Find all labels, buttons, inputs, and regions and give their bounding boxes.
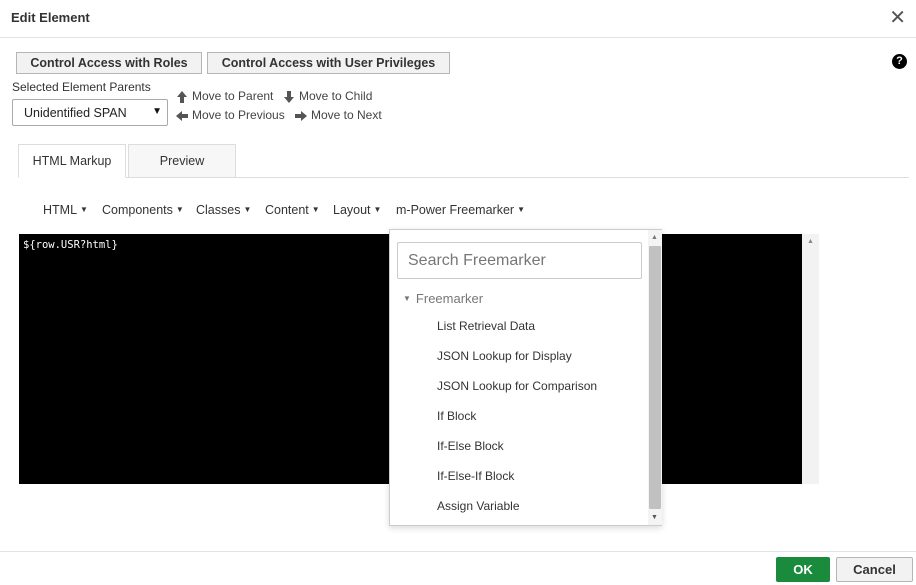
dialog-title: Edit Element [11,10,90,25]
arrow-right-icon [295,110,307,121]
caret-down-icon: ▼ [517,205,525,214]
ok-button[interactable]: OK [776,557,830,582]
dropdown-scrollbar[interactable]: ▲ ▼ [648,230,662,525]
close-icon[interactable]: ✕ [889,8,906,28]
selected-element-parents-label: Selected Element Parents [12,80,151,94]
scroll-up-icon: ▲ [807,238,814,245]
option-list-retrieval-data[interactable]: List Retrieval Data [437,319,535,333]
option-if-else-if-block[interactable]: If-Else-If Block [437,469,514,483]
cancel-button[interactable]: Cancel [836,557,913,582]
menu-html-label: HTML [43,203,78,217]
tab-html-markup[interactable]: HTML Markup [18,144,126,178]
scroll-down-icon[interactable]: ▼ [651,514,658,521]
menu-components-label: Components [102,203,173,217]
option-if-block[interactable]: If Block [437,409,476,423]
move-to-next-button[interactable]: Move to Next [295,108,382,122]
freemarker-dropdown: ▼ Freemarker List Retrieval Data JSON Loo… [389,229,662,526]
option-if-else-block[interactable]: If-Else Block [437,439,504,453]
move-to-child-label: Move to Child [299,89,373,103]
menu-components[interactable]: Components ▼ [102,203,184,217]
move-to-parent-button[interactable]: Move to Parent [176,89,273,103]
element-parents-selected-value: Unidentified SPAN [24,106,127,120]
dropdown-scroll-thumb[interactable] [649,246,661,509]
menu-content[interactable]: Content ▼ [265,203,320,217]
code-editor-content: ${row.USR?html} [23,239,118,251]
option-json-lookup-display[interactable]: JSON Lookup for Display [437,349,572,363]
move-to-next-label: Move to Next [311,108,382,122]
menu-mpower-freemarker-label: m-Power Freemarker [396,203,515,217]
move-to-child-button[interactable]: Move to Child [283,89,372,103]
control-access-roles-button[interactable]: Control Access with Roles [16,52,202,74]
caret-down-icon: ▼ [311,205,320,214]
element-parents-select[interactable]: Unidentified SPAN ▼ [12,99,168,126]
arrow-down-icon [284,90,294,103]
move-to-previous-button[interactable]: Move to Previous [176,108,285,122]
menu-mpower-freemarker[interactable]: m-Power Freemarker ▼ [396,203,525,217]
editor-scrollbar[interactable]: ▲ [802,234,819,484]
move-to-previous-label: Move to Previous [192,108,285,122]
move-to-parent-label: Move to Parent [192,89,274,103]
caret-down-icon: ▼ [80,205,88,214]
caret-down-icon: ▼ [373,205,382,214]
menu-html[interactable]: HTML ▼ [43,203,88,217]
caret-down-icon: ▼ [243,205,252,214]
freemarker-group-label: Freemarker [415,291,484,306]
control-access-privileges-button[interactable]: Control Access with User Privileges [207,52,450,74]
chevron-down-icon: ▼ [152,106,162,117]
arrow-left-icon [176,110,188,121]
option-assign-variable[interactable]: Assign Variable [437,499,520,513]
menu-classes[interactable]: Classes ▼ [196,203,251,217]
dialog-header: Edit Element ✕ [0,0,916,38]
menu-layout-label: Layout [333,203,371,217]
option-json-lookup-comparison[interactable]: JSON Lookup for Comparison [437,379,597,393]
tab-preview[interactable]: Preview [128,144,236,178]
caret-down-icon: ▼ [175,205,184,214]
arrow-up-icon [177,90,187,103]
menu-content-label: Content [265,203,309,217]
menu-classes-label: Classes [196,203,241,217]
scroll-up-icon[interactable]: ▲ [651,234,658,241]
search-freemarker-input[interactable] [397,242,642,279]
menu-layout[interactable]: Layout ▼ [333,203,381,217]
help-icon[interactable]: ? [892,54,907,69]
freemarker-group-toggle[interactable]: ▼ Freemarker [403,291,483,306]
caret-down-icon: ▼ [403,294,411,303]
